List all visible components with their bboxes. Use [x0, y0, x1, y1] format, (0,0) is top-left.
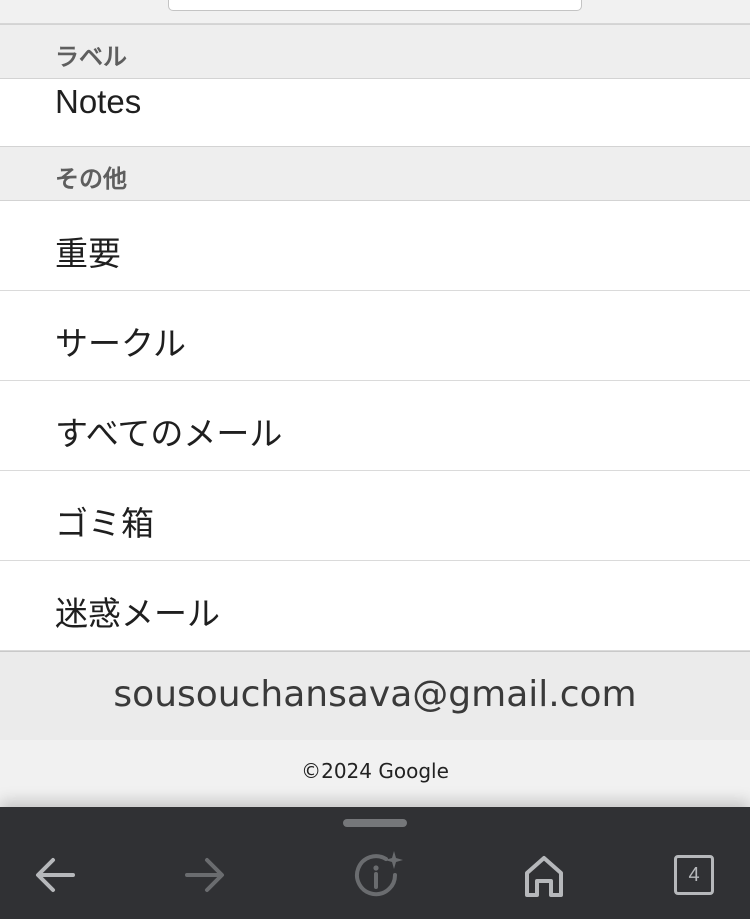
account-email: sousouchansava@gmail.com: [113, 674, 637, 715]
label-item-notes[interactable]: Notes: [0, 79, 750, 147]
drag-handle[interactable]: [343, 819, 407, 827]
arrow-left-icon: [36, 858, 75, 892]
home-button[interactable]: [516, 847, 572, 903]
label-item-text: Notes: [55, 83, 142, 120]
labels-section-header: ラベル: [0, 24, 750, 79]
menu-item-important[interactable]: 重要: [0, 201, 750, 291]
home-icon: [525, 856, 563, 897]
menu-item-label: すべてのメール: [55, 414, 283, 453]
top-strip: [0, 0, 750, 24]
menu-item-label: ゴミ箱: [55, 504, 154, 543]
menu-item-spam[interactable]: 迷惑メール: [0, 561, 750, 651]
tabs-button[interactable]: 4: [666, 847, 722, 903]
menu-item-label: サークル: [55, 324, 187, 363]
other-section-header: その他: [0, 146, 750, 201]
arrow-right-icon: [185, 858, 224, 892]
search-input[interactable]: [168, 0, 582, 11]
sparkle-info-icon: [355, 851, 403, 897]
labels-section-title: ラベル: [55, 43, 127, 71]
forward-button[interactable]: [177, 847, 233, 903]
menu-item-circles[interactable]: サークル: [0, 291, 750, 381]
back-button[interactable]: [27, 847, 83, 903]
browser-toolbar: 4: [0, 807, 750, 919]
page-info-button[interactable]: [348, 847, 404, 903]
menu-item-trash[interactable]: ゴミ箱: [0, 471, 750, 561]
menu-item-label: 重要: [55, 234, 121, 273]
other-section-title: その他: [55, 165, 127, 193]
copyright-text: ©2024 Google: [301, 759, 449, 783]
menu-item-all-mail[interactable]: すべてのメール: [0, 381, 750, 471]
account-bar[interactable]: sousouchansava@gmail.com: [0, 651, 750, 740]
tab-count-badge: 4: [674, 855, 714, 895]
menu-item-label: 迷惑メール: [55, 594, 220, 633]
footer: ©2024 Google: [0, 740, 750, 810]
mobile-page: ラベル Notes その他 重要 サークル すべてのメール ゴミ箱 迷惑メール …: [0, 0, 750, 919]
